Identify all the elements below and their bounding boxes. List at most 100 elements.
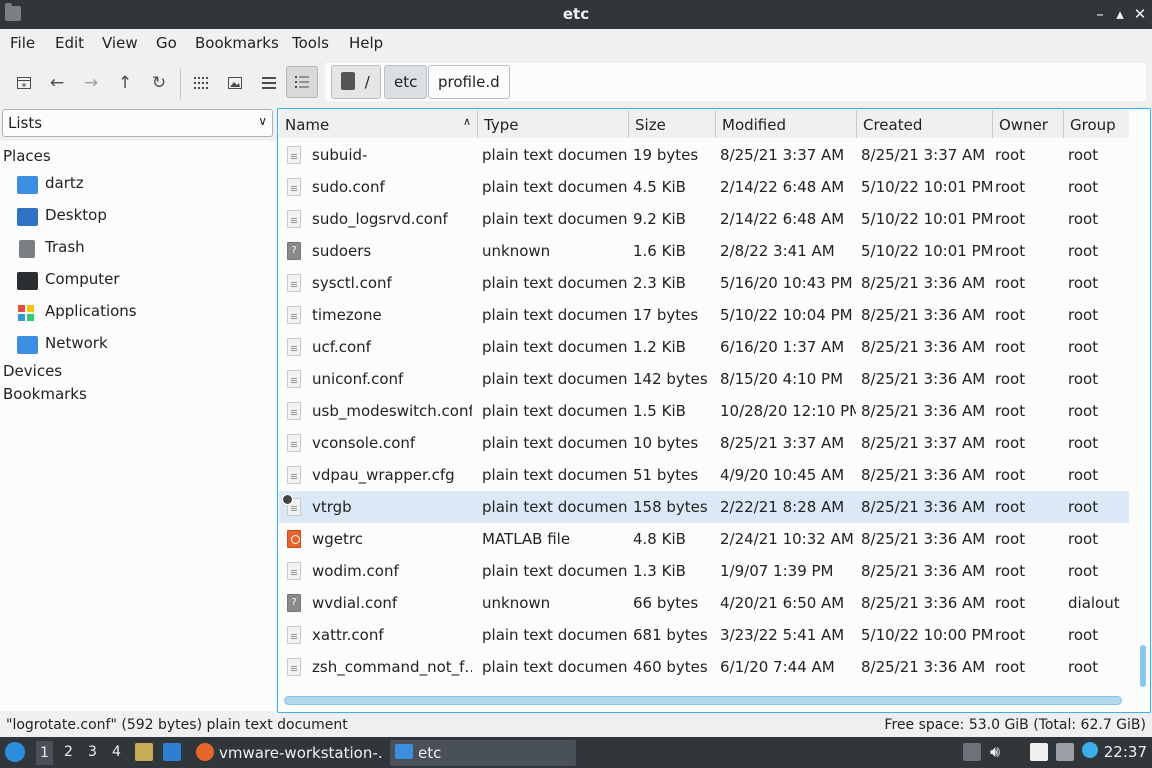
menu-bookmarks[interactable]: Bookmarks	[195, 34, 279, 52]
cell-size: 460 bytes	[633, 658, 708, 676]
place-applications[interactable]: Applications	[0, 297, 274, 327]
place-label: Network	[45, 334, 108, 352]
table-row[interactable]: sudo.conf plain text document 4.5 KiB 2/14/…	[279, 171, 1129, 203]
column-created[interactable]: Created	[857, 110, 993, 138]
table-row[interactable]: sysctl.conf plain text document 2.3 KiB 5/1…	[279, 267, 1129, 299]
cell-group: root	[1068, 178, 1099, 196]
show-desktop-icon[interactable]	[163, 743, 181, 761]
workspace-2[interactable]: 2	[64, 744, 73, 760]
bookmarks-header[interactable]: Bookmarks	[3, 385, 87, 403]
column-name[interactable]: Name ∧	[279, 110, 478, 138]
menu-go[interactable]: Go	[156, 34, 177, 52]
menu-bar: File Edit View Go Bookmarks Tools Help	[0, 29, 1152, 57]
reload-icon[interactable]: ↻	[145, 69, 173, 97]
icon-view-icon[interactable]	[187, 69, 215, 97]
cell-modified: 8/25/21 3:37 AM	[720, 434, 845, 452]
cell-name: usb_modeswitch.conf	[312, 402, 472, 420]
devices-header[interactable]: Devices	[3, 362, 62, 380]
column-owner[interactable]: Owner	[993, 110, 1064, 138]
task-vmware[interactable]: vmware-workstation-…	[192, 740, 384, 766]
menu-tools[interactable]: Tools	[292, 34, 329, 52]
thumbnail-view-icon[interactable]	[221, 69, 249, 97]
column-size[interactable]: Size	[629, 110, 716, 138]
cell-name: vconsole.conf	[312, 434, 416, 452]
cell-group: root	[1068, 146, 1099, 164]
cell-modified: 4/9/20 10:45 AM	[720, 466, 845, 484]
minimize-button[interactable]: –	[1090, 4, 1110, 24]
cell-size: 2.3 KiB	[633, 274, 686, 292]
table-row[interactable]: uniconf.conf plain text document 142 bytes…	[279, 363, 1129, 395]
menu-view[interactable]: View	[102, 34, 138, 52]
start-menu-icon[interactable]	[5, 742, 25, 762]
table-row[interactable]: zsh_command_not_f… plain text document 460…	[279, 651, 1129, 683]
column-type[interactable]: Type	[478, 110, 629, 138]
workspace-3[interactable]: 3	[88, 744, 97, 760]
clipboard-icon[interactable]	[1030, 743, 1048, 761]
file-manager-launcher-icon[interactable]	[135, 743, 153, 761]
table-row[interactable]: vtrgb plain text document 158 bytes 2/22/21…	[279, 491, 1129, 523]
tray-notes-icon[interactable]	[963, 743, 981, 761]
table-row[interactable]: ? wvdial.conf unknown 66 bytes 4/20/21 6:50 …	[279, 587, 1129, 619]
table-row[interactable]: subuid-plain text document 19 bytes 8/25/2…	[279, 139, 1129, 171]
table-row[interactable]: ucf.conf plain text document 1.2 KiB 6/16/2…	[279, 331, 1129, 363]
breadcrumb-etc[interactable]: etc	[384, 65, 428, 99]
table-row[interactable]: usb_modeswitch.conf plain text document 1.…	[279, 395, 1129, 427]
cell-created: 8/25/21 3:36 AM	[861, 594, 986, 612]
cell-created: 5/10/22 10:01 PM	[861, 242, 992, 260]
text-file-icon	[287, 178, 301, 196]
back-arrow-icon[interactable]: ←	[43, 69, 71, 97]
table-row[interactable]: wgetrc MATLAB file 4.8 KiB 2/24/21 10:32 AM…	[279, 523, 1129, 555]
column-modified[interactable]: Modified	[716, 110, 857, 138]
place-home[interactable]: dartz	[0, 169, 274, 199]
cell-group: root	[1068, 434, 1099, 452]
breadcrumb-profile-d[interactable]: profile.d	[428, 65, 510, 99]
clock: 22:37	[1103, 743, 1147, 761]
new-tab-icon[interactable]	[10, 69, 38, 97]
table-row[interactable]: sudo_logsrvd.conf plain text document 9.2 …	[279, 203, 1129, 235]
menu-edit[interactable]: Edit	[55, 34, 84, 52]
cell-created: 8/25/21 3:37 AM	[861, 146, 986, 164]
forward-arrow-icon[interactable]: →	[77, 69, 105, 97]
vertical-scrollbar-thumb[interactable]	[1140, 645, 1146, 687]
cell-modified: 10/28/20 12:10 PM	[720, 402, 856, 420]
breadcrumb-root[interactable]: /	[331, 65, 381, 99]
close-button[interactable]: ✕	[1130, 4, 1150, 24]
place-label: Applications	[45, 302, 137, 320]
place-desktop[interactable]: Desktop	[0, 201, 274, 231]
task-etc[interactable]: etc	[390, 740, 576, 766]
notification-icon[interactable]	[1082, 742, 1098, 758]
table-row[interactable]: vdpau_wrapper.cfg plain text document 51 b…	[279, 459, 1129, 491]
volume-icon[interactable]: 🔊︎	[990, 743, 1008, 761]
menu-file[interactable]: File	[10, 34, 35, 52]
compact-view-icon[interactable]	[255, 69, 283, 97]
horizontal-scrollbar[interactable]	[284, 696, 1122, 705]
cell-type: plain text document	[482, 402, 627, 420]
file-list-view[interactable]: Name ∧ Type Size Modified Created Owner …	[277, 108, 1151, 713]
toolbar: ← → ↑ ↻ / etc profile.d	[0, 57, 1152, 107]
cell-name: vdpau_wrapper.cfg	[312, 466, 455, 484]
side-panel: Places dartz Desktop Trash Computer Appl…	[0, 141, 276, 711]
place-trash[interactable]: Trash	[0, 233, 274, 263]
menu-help[interactable]: Help	[349, 34, 383, 52]
place-label: dartz	[45, 174, 84, 192]
cell-type: plain text document	[482, 658, 627, 676]
up-arrow-icon[interactable]: ↑	[111, 69, 139, 97]
workspace-1[interactable]: 1	[36, 741, 53, 765]
place-label: Computer	[45, 270, 120, 288]
vertical-scrollbar[interactable]	[1138, 139, 1150, 694]
table-row[interactable]: wodim.conf plain text document 1.3 KiB 1/9/…	[279, 555, 1129, 587]
column-group[interactable]: Group	[1064, 110, 1129, 138]
place-computer[interactable]: Computer	[0, 265, 274, 295]
table-row[interactable]: timezone plain text document 17 bytes 5/10/…	[279, 299, 1129, 331]
detailed-list-view-icon[interactable]	[286, 66, 318, 98]
maximize-button[interactable]: ▴	[1110, 4, 1130, 24]
table-row[interactable]: vconsole.conf plain text document 10 bytes…	[279, 427, 1129, 459]
cell-owner: root	[995, 530, 1026, 548]
network-status-icon[interactable]	[1056, 743, 1074, 761]
table-row[interactable]: xattr.conf plain text document 681 bytes 3/…	[279, 619, 1129, 651]
places-header[interactable]: Places	[3, 147, 51, 165]
table-row[interactable]: ? sudoers unknown 1.6 KiB 2/8/22 3:41 AM 5/10…	[279, 235, 1129, 267]
workspace-4[interactable]: 4	[112, 744, 121, 760]
place-network[interactable]: Network	[0, 329, 274, 359]
side-panel-mode-select[interactable]: Lists ∨	[2, 109, 273, 137]
